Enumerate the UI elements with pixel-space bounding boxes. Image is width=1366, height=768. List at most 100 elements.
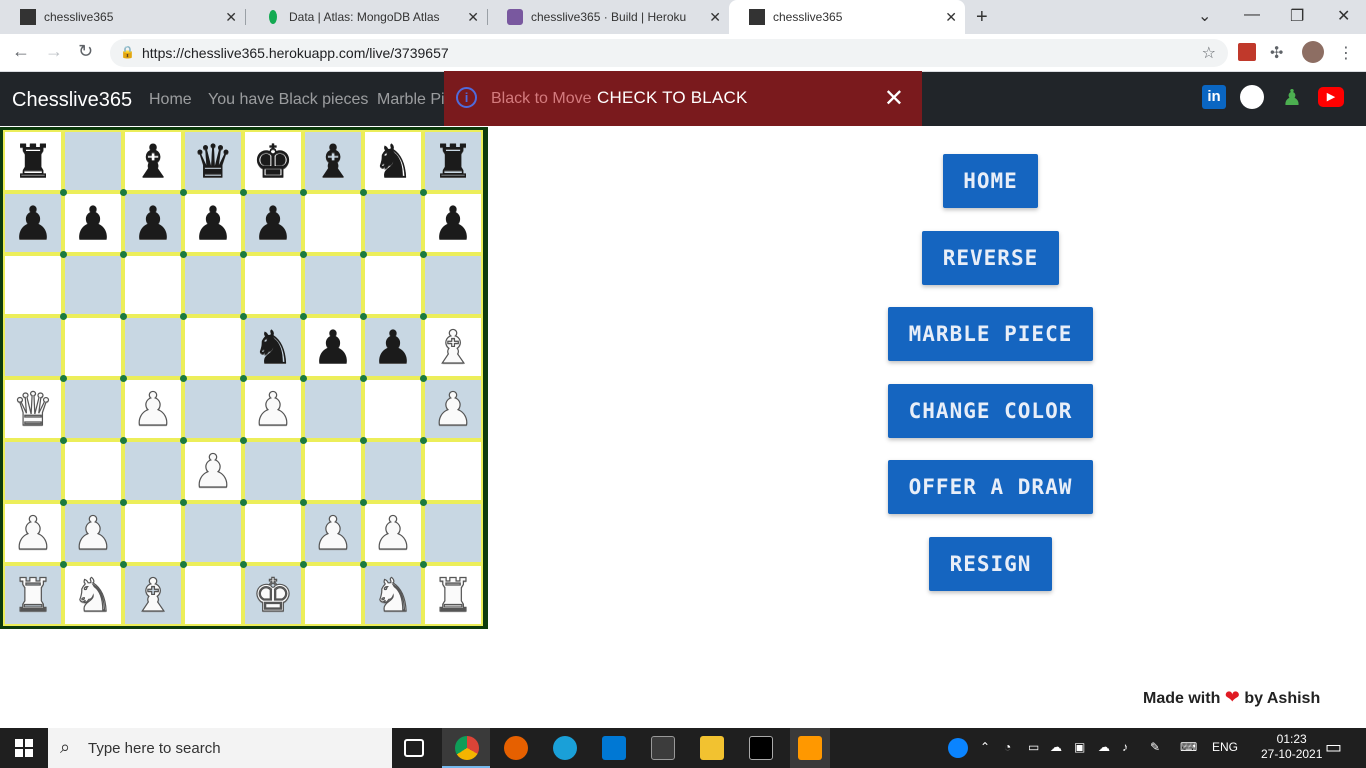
board-square-f4[interactable] <box>303 378 363 440</box>
board-square-g1[interactable]: ♞ <box>363 564 423 626</box>
brand-logo[interactable]: Chesslive365 <box>12 89 132 112</box>
white-bishop-icon[interactable]: ♝ <box>132 571 174 618</box>
notifications-icon[interactable]: ▭ <box>1325 737 1342 758</box>
bookmark-star-icon[interactable]: ☆ <box>1202 43 1216 63</box>
board-square-h5[interactable]: ♝ <box>423 316 483 378</box>
board-square-b7[interactable]: ♟ <box>63 192 123 254</box>
board-square-a3[interactable] <box>3 440 63 502</box>
white-pawn-icon[interactable]: ♟ <box>312 509 354 556</box>
board-square-h4[interactable]: ♟ <box>423 378 483 440</box>
white-queen-icon[interactable]: ♛ <box>12 385 54 432</box>
close-tab-icon[interactable]: ✕ <box>709 9 721 26</box>
board-square-c7[interactable]: ♟ <box>123 192 183 254</box>
white-knight-icon[interactable]: ♞ <box>72 571 114 618</box>
onedrive-error-icon[interactable]: ☁ <box>1098 740 1110 754</box>
show-hidden-icons-chevron-icon[interactable]: ⌃ <box>980 740 990 754</box>
puzzle-extensions-icon[interactable]: ✣ <box>1270 43 1288 62</box>
board-square-c8[interactable]: ♝ <box>123 130 183 192</box>
board-square-b2[interactable]: ♟ <box>63 502 123 564</box>
volume-icon[interactable]: ♪ <box>1122 740 1128 754</box>
board-square-a6[interactable] <box>3 254 63 316</box>
browser-tab-3[interactable]: chesslive365 · Build | Heroku ✕ <box>487 0 729 34</box>
black-pawn-icon[interactable]: ♟ <box>432 200 473 246</box>
github-icon[interactable] <box>1240 85 1264 109</box>
board-square-g3[interactable] <box>363 440 423 502</box>
white-rook-icon[interactable]: ♜ <box>432 571 474 618</box>
board-square-d7[interactable]: ♟ <box>183 192 243 254</box>
tab-search-chevron-icon[interactable]: ⌄ <box>1198 6 1211 26</box>
black-rook-icon[interactable]: ♜ <box>12 138 53 184</box>
board-square-f8[interactable]: ♝ <box>303 130 363 192</box>
linkedin-icon[interactable]: in <box>1202 85 1226 109</box>
white-pawn-icon[interactable]: ♟ <box>252 385 294 432</box>
board-square-b1[interactable]: ♞ <box>63 564 123 626</box>
terminal-icon[interactable] <box>651 736 675 760</box>
board-square-h3[interactable] <box>423 440 483 502</box>
board-square-a8[interactable]: ♜ <box>3 130 63 192</box>
board-square-f6[interactable] <box>303 254 363 316</box>
command-prompt-icon[interactable] <box>749 736 773 760</box>
back-icon[interactable]: ← <box>12 41 30 62</box>
board-square-d6[interactable] <box>183 254 243 316</box>
close-tab-icon[interactable]: ✕ <box>225 9 237 26</box>
home-button[interactable]: HOME <box>943 154 1038 208</box>
change-color-button[interactable]: CHANGE COLOR <box>888 384 1093 438</box>
taskbar-clock[interactable]: 01:23 27-10-2021 <box>1261 732 1322 762</box>
black-pawn-icon[interactable]: ♟ <box>312 324 353 370</box>
camera-icon[interactable]: ▣ <box>1074 740 1085 754</box>
board-square-c4[interactable]: ♟ <box>123 378 183 440</box>
black-bishop-icon[interactable]: ♝ <box>312 138 353 184</box>
board-square-g2[interactable]: ♟ <box>363 502 423 564</box>
taskbar-search-box[interactable]: ⌕ Type here to search <box>48 728 392 768</box>
board-square-c5[interactable] <box>123 316 183 378</box>
task-view-icon[interactable] <box>404 739 424 757</box>
board-square-a1[interactable]: ♜ <box>3 564 63 626</box>
pen-icon[interactable]: ✎ <box>1150 740 1160 754</box>
board-square-f7[interactable] <box>303 192 363 254</box>
address-bar[interactable]: 🔒 https://chesslive365.herokuapp.com/liv… <box>110 39 1228 67</box>
board-square-h7[interactable]: ♟ <box>423 192 483 254</box>
white-pawn-icon[interactable]: ♟ <box>432 385 474 432</box>
browser-tab-4-active[interactable]: chesslive365 ✕ <box>729 0 965 34</box>
resign-button[interactable]: RESIGN <box>929 537 1052 591</box>
board-square-c2[interactable] <box>123 502 183 564</box>
cloud-icon[interactable]: ☁ <box>1050 740 1062 754</box>
board-square-d1[interactable] <box>183 564 243 626</box>
board-square-h6[interactable] <box>423 254 483 316</box>
close-tab-icon[interactable]: ✕ <box>945 9 957 26</box>
black-pawn-icon[interactable]: ♟ <box>132 200 173 246</box>
nav-home-link[interactable]: Home <box>149 91 192 109</box>
white-pawn-icon[interactable]: ♟ <box>132 385 174 432</box>
close-tab-icon[interactable]: ✕ <box>467 9 479 26</box>
marble-piece-button[interactable]: MARBLE PIECE <box>888 307 1093 361</box>
white-pawn-icon[interactable]: ♟ <box>372 509 414 556</box>
board-square-h8[interactable]: ♜ <box>423 130 483 192</box>
board-square-e2[interactable] <box>243 502 303 564</box>
white-pawn-icon[interactable]: ♟ <box>12 509 54 556</box>
nav-pieces-info[interactable]: You have Black pieces <box>208 91 368 109</box>
language-indicator[interactable]: ENG <box>1212 740 1238 754</box>
chrome-icon[interactable] <box>455 736 479 760</box>
board-square-h1[interactable]: ♜ <box>423 564 483 626</box>
board-square-b6[interactable] <box>63 254 123 316</box>
reverse-button[interactable]: REVERSE <box>922 231 1059 285</box>
black-bishop-icon[interactable]: ♝ <box>132 138 173 184</box>
white-rook-icon[interactable]: ♜ <box>12 571 54 618</box>
board-square-c6[interactable] <box>123 254 183 316</box>
battery-icon[interactable]: ▭ <box>1028 740 1039 754</box>
board-square-b8[interactable] <box>63 130 123 192</box>
board-square-g5[interactable]: ♟ <box>363 316 423 378</box>
board-square-f1[interactable] <box>303 564 363 626</box>
black-pawn-icon[interactable]: ♟ <box>12 200 53 246</box>
board-square-d5[interactable] <box>183 316 243 378</box>
board-square-b4[interactable] <box>63 378 123 440</box>
board-square-a4[interactable]: ♛ <box>3 378 63 440</box>
board-square-f5[interactable]: ♟ <box>303 316 363 378</box>
close-alert-icon[interactable]: ✕ <box>884 84 904 113</box>
board-square-h2[interactable] <box>423 502 483 564</box>
black-queen-icon[interactable]: ♛ <box>192 138 233 184</box>
board-square-d2[interactable] <box>183 502 243 564</box>
black-knight-icon[interactable]: ♞ <box>252 324 293 370</box>
white-king-icon[interactable]: ♚ <box>252 571 294 618</box>
board-square-e7[interactable]: ♟ <box>243 192 303 254</box>
